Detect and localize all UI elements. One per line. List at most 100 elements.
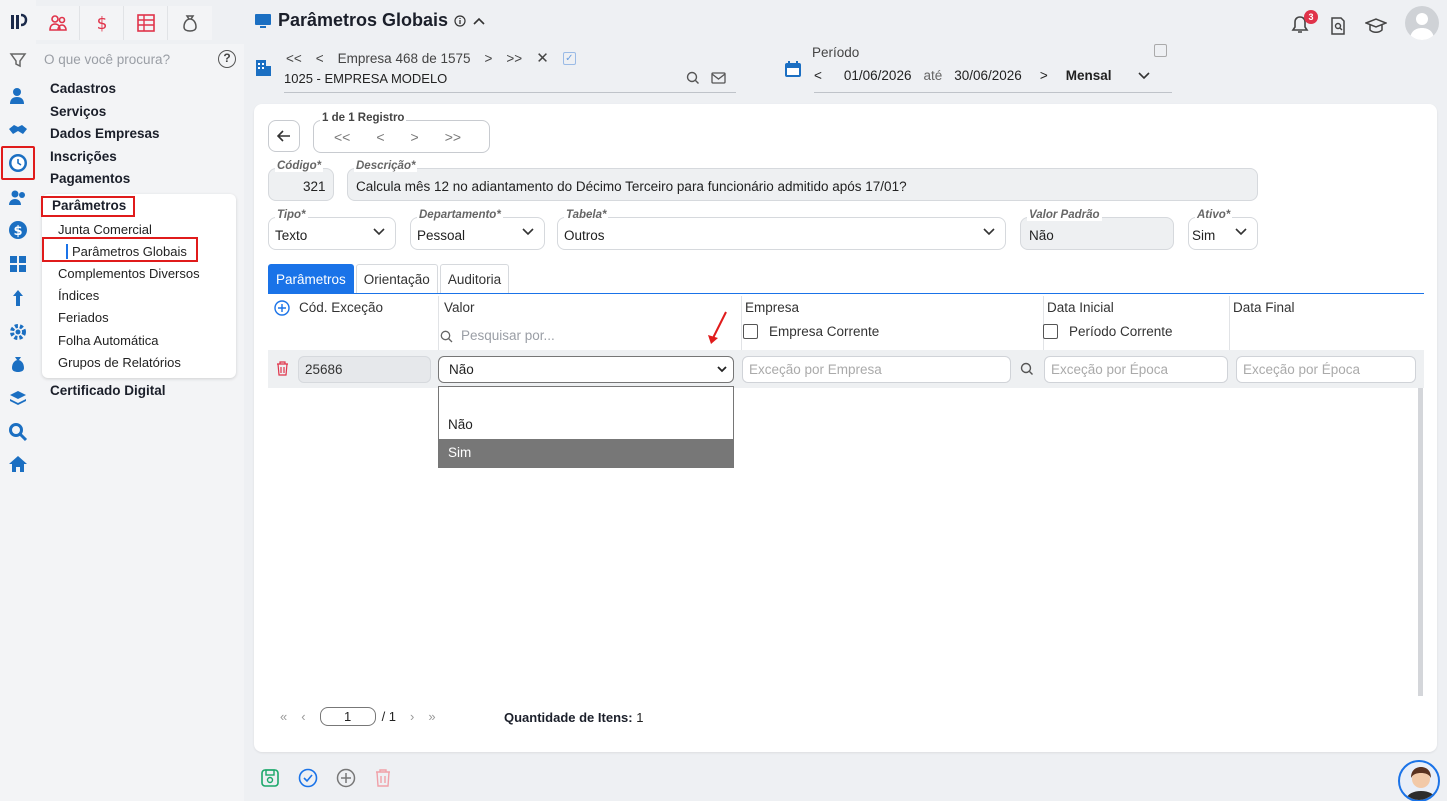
period-type[interactable]: Mensal xyxy=(1066,68,1112,83)
tab-orientacao[interactable]: Orientação xyxy=(355,264,438,294)
last-page-button[interactable]: » xyxy=(428,709,435,724)
descricao-field[interactable]: Descrição* Calcula mês 12 no adiantament… xyxy=(347,160,1258,201)
cod-excecao-field[interactable]: 25686 xyxy=(298,356,431,383)
period-start[interactable]: 01/06/2026 xyxy=(844,68,912,83)
submenu-feriados[interactable]: Feriados xyxy=(58,310,109,325)
filter-icon[interactable] xyxy=(6,48,30,72)
periodo-corrente-checkbox[interactable] xyxy=(1043,324,1058,339)
notifications-bell[interactable]: 3 xyxy=(1291,10,1318,37)
submenu-grupos-relatorios[interactable]: Grupos de Relatórios xyxy=(58,355,181,370)
page-input[interactable]: 1 xyxy=(319,707,376,726)
excecao-data-inicial-input[interactable]: Exceção por Época xyxy=(1044,356,1228,383)
menu-dados-empresas[interactable]: Dados Empresas xyxy=(50,126,160,141)
prev-page-button[interactable]: ‹ xyxy=(301,709,305,724)
user-icon[interactable] xyxy=(6,84,30,108)
clock-icon[interactable] xyxy=(1,146,35,180)
bag-module-icon[interactable] xyxy=(168,6,212,40)
help-icon[interactable]: ? xyxy=(218,50,236,68)
empresa-navigator: << < Empresa 468 de 1575 > >> ✕ ✓ 1025 -… xyxy=(254,46,744,94)
next-page-button[interactable]: › xyxy=(410,709,414,724)
trash-icon[interactable] xyxy=(276,361,289,376)
info-icon[interactable] xyxy=(454,14,466,27)
submenu-complementos-diversos[interactable]: Complementos Diversos xyxy=(58,266,200,281)
menu-pagamentos[interactable]: Pagamentos xyxy=(50,171,130,186)
sidebar-search-input[interactable]: O que você procura? xyxy=(44,52,170,67)
first-record-button[interactable]: << xyxy=(334,129,350,145)
sidebar-search[interactable]: O que você procura? ? xyxy=(36,48,244,74)
graduation-cap-icon[interactable] xyxy=(1365,17,1387,35)
chevron-down-icon[interactable] xyxy=(1137,71,1150,80)
next-empresa-button[interactable]: > xyxy=(485,51,493,66)
valor-search-input[interactable]: Pesquisar por... xyxy=(461,328,555,343)
departamento-value: Pessoal xyxy=(417,228,466,243)
search-icon[interactable] xyxy=(1020,362,1034,376)
calculator-icon[interactable] xyxy=(6,252,30,276)
empresa-corrente-checkbox[interactable] xyxy=(743,324,758,339)
submenu-junta-comercial[interactable]: Junta Comercial xyxy=(58,222,152,237)
empresa-current[interactable]: 1025 - EMPRESA MODELO xyxy=(284,71,447,86)
excecao-data-final-input[interactable]: Exceção por Época xyxy=(1236,356,1416,383)
table-scrollbar[interactable] xyxy=(1418,388,1423,696)
tab-auditoria[interactable]: Auditoria xyxy=(439,264,510,294)
period-prev-button[interactable]: < xyxy=(814,68,822,83)
period-end[interactable]: 30/06/2026 xyxy=(954,68,1022,83)
submenu-indices[interactable]: Índices xyxy=(58,288,99,303)
items-count-value: 1 xyxy=(636,710,644,725)
search-icon[interactable] xyxy=(6,420,30,444)
spreadsheet-module-icon[interactable] xyxy=(124,6,168,40)
codigo-field[interactable]: Código* 321 xyxy=(268,160,334,201)
logo-icon[interactable] xyxy=(6,10,30,34)
dropdown-option-sim[interactable]: Sim xyxy=(439,439,733,467)
users-icon[interactable] xyxy=(6,186,30,210)
last-empresa-button[interactable]: >> xyxy=(506,51,522,66)
empresa-checkbox[interactable]: ✓ xyxy=(562,51,576,65)
chevron-up-icon[interactable] xyxy=(472,16,486,26)
last-record-button[interactable]: >> xyxy=(445,129,461,145)
col-cod-excecao: Cód. Exceção xyxy=(299,300,384,315)
add-circle-icon[interactable] xyxy=(274,300,290,316)
mail-icon[interactable] xyxy=(711,72,726,84)
layers-icon[interactable] xyxy=(6,386,30,410)
valor-padrao-value: Não xyxy=(1029,228,1054,243)
confirm-icon[interactable] xyxy=(298,768,318,788)
assistant-avatar[interactable] xyxy=(1398,760,1440,801)
tab-parametros[interactable]: Parâmetros xyxy=(268,264,354,294)
tabela-select[interactable]: Tabela* Outros xyxy=(557,209,1006,250)
excecao-empresa-input[interactable]: Exceção por Empresa xyxy=(742,356,1011,383)
add-icon[interactable] xyxy=(336,768,356,788)
period-next-button[interactable]: > xyxy=(1040,68,1048,83)
valor-padrao-field[interactable]: Valor Padrão Não xyxy=(1020,209,1174,250)
user-avatar[interactable] xyxy=(1405,6,1439,40)
menu-cadastros[interactable]: Cadastros xyxy=(50,81,116,96)
chart-up-icon[interactable] xyxy=(6,286,30,310)
dropdown-option-nao[interactable]: Não xyxy=(439,411,733,439)
home-icon[interactable] xyxy=(6,452,30,476)
prev-empresa-button[interactable]: < xyxy=(316,51,324,66)
search-icon[interactable] xyxy=(686,71,700,85)
back-button[interactable] xyxy=(268,120,300,152)
ativo-select[interactable]: Ativo* Sim xyxy=(1188,209,1258,250)
menu-certificado-digital[interactable]: Certificado Digital xyxy=(50,383,166,398)
next-record-button[interactable]: > xyxy=(411,129,419,145)
valor-select[interactable]: Não xyxy=(438,356,734,383)
delete-icon[interactable] xyxy=(374,768,392,788)
menu-inscricoes[interactable]: Inscrições xyxy=(50,149,117,164)
prev-record-button[interactable]: < xyxy=(376,129,384,145)
money-bag-icon[interactable] xyxy=(6,352,30,376)
period-checkbox[interactable] xyxy=(1154,44,1167,57)
menu-servicos[interactable]: Serviços xyxy=(50,104,106,119)
departamento-select[interactable]: Departamento* Pessoal xyxy=(410,209,545,250)
document-search-icon[interactable] xyxy=(1329,16,1347,36)
first-page-button[interactable]: « xyxy=(280,709,287,724)
close-icon[interactable]: ✕ xyxy=(536,49,549,67)
people-module-icon[interactable] xyxy=(36,6,80,40)
handshake-icon[interactable] xyxy=(6,118,30,142)
finance-module-icon[interactable]: $ xyxy=(80,6,124,40)
first-empresa-button[interactable]: << xyxy=(286,51,302,66)
tipo-select[interactable]: Tipo* Texto xyxy=(268,209,396,250)
save-icon[interactable] xyxy=(260,768,280,788)
tipo-label: Tipo* xyxy=(275,209,308,221)
gear-icon[interactable] xyxy=(6,320,30,344)
submenu-folha-automatica[interactable]: Folha Automática xyxy=(58,333,158,348)
dollar-icon[interactable]: $ xyxy=(6,218,30,242)
